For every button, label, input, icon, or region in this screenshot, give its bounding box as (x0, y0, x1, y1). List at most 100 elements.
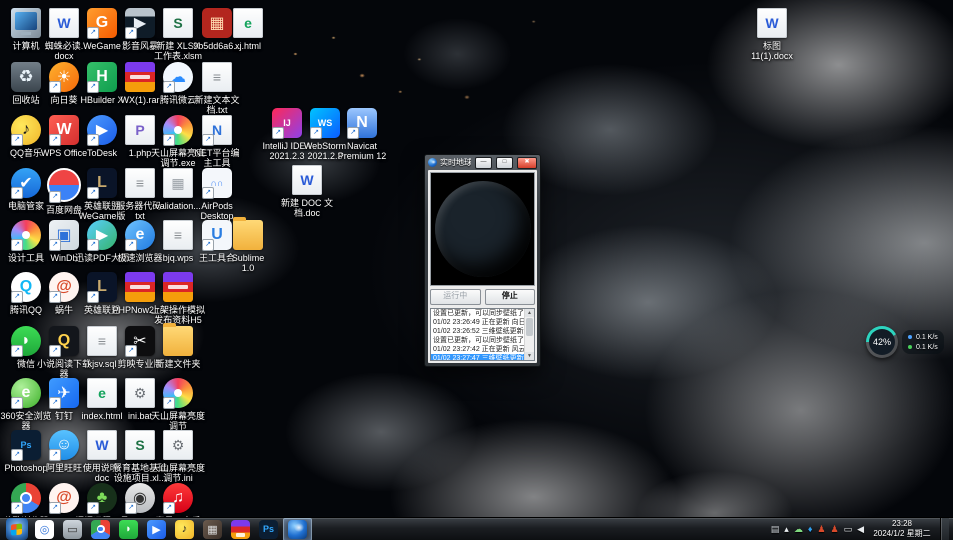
taskbar-item[interactable] (87, 519, 114, 540)
taskbar-item[interactable]: ▦ (199, 519, 226, 540)
tray-icons: ▤ ▴ ☁ ♦ ♟ ♟ ▭ ◀ (771, 524, 864, 534)
shortcut-arrow-icon (163, 81, 175, 93)
earth-preview-panel (430, 172, 535, 286)
stop-button[interactable]: 停止 (485, 289, 536, 305)
log-row[interactable]: 设置已更新，可以同步壁纸了 (431, 309, 525, 318)
desktop-icon[interactable]: ≡ 新建文本文 档.txt (185, 62, 249, 115)
taskbar-item[interactable] (3, 519, 30, 540)
log-row[interactable]: 设置已更新，可以同步壁纸了 (431, 336, 525, 345)
taskbar-qqmusic-icon: ♪ (175, 520, 194, 539)
shortcut-arrow-icon (49, 291, 61, 303)
desktop-icon[interactable]: N Navicat Premium 12 (330, 108, 394, 161)
app-icon (163, 326, 193, 356)
taskbar: ◎ ▭ ◗ ▶ ♪ ▦ Ps (0, 517, 953, 540)
shortcut-arrow-icon (49, 345, 61, 357)
desktop-icon[interactable]: e xj.html (216, 8, 280, 51)
taskbar-wechat-icon: ◗ (119, 520, 138, 539)
shortcut-arrow-icon (125, 239, 137, 251)
shortcut-arrow-icon (87, 187, 99, 199)
icon-label: NET平台编 主工具 (185, 148, 249, 168)
memory-percent: 42% (869, 329, 895, 355)
desktop-icon[interactable]: ⚙ 天山屏幕亮度 调节.ini (146, 430, 210, 483)
shortcut-arrow-icon (11, 502, 23, 514)
taskbar-item[interactable]: ▶ (143, 519, 170, 540)
desktop-icon[interactable]: W 标图 11(1).docx (740, 8, 804, 61)
taskbar-item[interactable]: Ps (255, 519, 282, 540)
scroll-down-arrow-icon[interactable]: ▼ (525, 352, 534, 360)
app-icon (233, 220, 263, 250)
log-row[interactable]: 01/02 23:26:49 正在更新 向日葵8号 - 日本 (431, 318, 525, 327)
scrollbar-thumb[interactable] (526, 318, 533, 336)
icon-label: 新建文件夹 (146, 359, 210, 369)
update-log-list[interactable]: 设置已更新，可以同步壁纸了01/02 23:26:49 正在更新 向日葵8号 -… (430, 308, 535, 361)
show-desktop-button[interactable] (940, 518, 949, 540)
memory-gauge[interactable]: 42% (866, 326, 898, 358)
shortcut-arrow-icon (87, 239, 99, 251)
desktop-icon[interactable]: 新建文件夹 (146, 326, 210, 369)
shortcut-arrow-icon (11, 291, 23, 303)
window-title-bar[interactable]: 实时地球壁纸 — □ ✖ (425, 155, 540, 170)
speed-dot-icon (908, 335, 912, 339)
desktop-icon[interactable]: N NET平台编 主工具 (185, 115, 249, 168)
shortcut-arrow-icon (202, 239, 214, 251)
shortcut-arrow-icon (49, 449, 61, 461)
window-body: 运行中 停止 设置已更新，可以同步壁纸了01/02 23:26:49 正在更新 … (428, 170, 537, 363)
clock-date: 2024/1/2 星期二 (871, 529, 933, 539)
taskbar-rings-app-icon: ◎ (35, 520, 54, 539)
taskbar-item[interactable]: ▭ (59, 519, 86, 540)
desktop-icon[interactable]: 天山屏幕亮度 调节 (146, 378, 210, 431)
icon-label: 上架操作模拟 发布资料H5 (146, 305, 210, 325)
taskbar-items: ◎ ▭ ◗ ▶ ♪ ▦ Ps (3, 518, 313, 540)
desktop-icon[interactable]: ∩∩ AirPods Desktop (185, 168, 249, 221)
tray-qq-icon-2[interactable]: ♟ (830, 524, 838, 534)
running-button[interactable]: 运行中 (430, 289, 481, 305)
desktop-icon[interactable]: 上架操作模拟 发布资料H5 (146, 272, 210, 325)
earth-globe-image (435, 181, 531, 277)
taskbar-chrome-icon (91, 520, 110, 539)
taskbar-item[interactable] (283, 518, 312, 540)
icon-label: 标图 11(1).docx (740, 41, 804, 61)
taskbar-winrar-icon (231, 520, 250, 539)
speed-value: 0.1 K/s (916, 344, 938, 351)
taskbar-item[interactable]: ♪ (171, 519, 198, 540)
shortcut-arrow-icon (163, 397, 175, 409)
log-row[interactable]: 01/02 23:27:42 正在更新 风云4号 - 中国 (431, 345, 525, 354)
speed-value: 0.1 K/s (916, 334, 938, 341)
icon-label: Navicat Premium 12 (330, 141, 394, 161)
desktop-icon[interactable]: Sublime 1.0 (216, 220, 280, 273)
tray-cloud-icon[interactable]: ☁ (794, 524, 803, 534)
shortcut-arrow-icon (49, 134, 61, 146)
speed-row: 0.1 K/s (908, 332, 938, 342)
log-row[interactable]: 01/02 23:26:52 三维壁纸更新成功 (431, 327, 525, 336)
taskbar-item[interactable]: ◗ (115, 519, 142, 540)
taskbar-clock[interactable]: 23:28 2024/1/2 星期二 (869, 519, 935, 539)
app-icon: W (292, 165, 322, 195)
shortcut-arrow-icon (125, 502, 137, 514)
log-scrollbar[interactable]: ▲ ▼ (524, 309, 534, 360)
taskbar-item[interactable] (227, 519, 254, 540)
scroll-up-arrow-icon[interactable]: ▲ (525, 309, 534, 317)
shortcut-arrow-icon (87, 291, 99, 303)
tray-qq-icon[interactable]: ♟ (817, 524, 825, 534)
tray-show-hidden-icons[interactable]: ▴ (784, 524, 789, 534)
tray-security-shield-icon[interactable]: ♦ (808, 524, 813, 534)
maximize-button[interactable]: □ (496, 157, 513, 169)
tray-display-icon[interactable]: ▭ (844, 524, 853, 534)
window-button-row: 运行中 停止 (430, 289, 535, 305)
desktop-icon[interactable]: W 新建 DOC 文 档.doc (275, 165, 339, 218)
minimize-button[interactable]: — (475, 157, 492, 169)
performance-widget[interactable]: 42% 0.1 K/s 0.1 K/s (866, 326, 944, 358)
taskbar-item[interactable]: ◎ (31, 519, 58, 540)
speed-row: 0.1 K/s (908, 342, 938, 352)
shortcut-arrow-icon (163, 502, 175, 514)
log-row[interactable]: 01/02 23:27:47 三维壁纸更新成功 (431, 354, 525, 361)
live-earth-window: 实时地球壁纸 — □ ✖ 运行中 停止 设置已更新，可以同步壁纸了01/02 2… (424, 154, 541, 367)
tray-capture-icon[interactable]: ▤ (771, 524, 780, 534)
close-button[interactable]: ✖ (517, 157, 537, 169)
app-icon: ≡ (202, 62, 232, 92)
tray-volume-icon[interactable]: ◀ (857, 524, 864, 534)
shortcut-arrow-icon (49, 191, 61, 203)
window-globe-icon (428, 158, 437, 167)
shortcut-arrow-icon (163, 134, 175, 146)
log-rows: 设置已更新，可以同步壁纸了01/02 23:26:49 正在更新 向日葵8号 -… (431, 309, 525, 360)
